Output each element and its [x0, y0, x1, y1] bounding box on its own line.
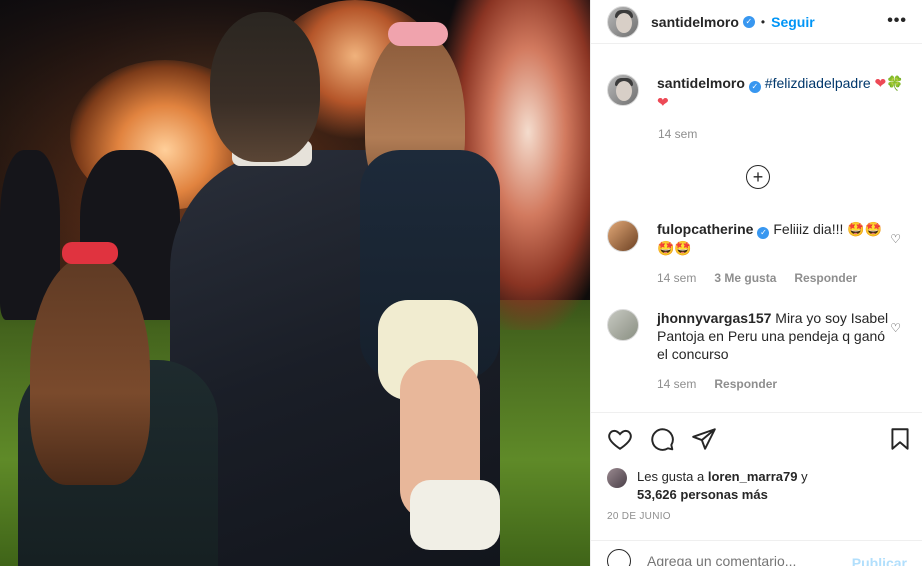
comment-bubble-icon[interactable] [649, 426, 675, 452]
hashtag-link[interactable]: #felizdiadelpadre [765, 75, 871, 91]
comment-meta: 14 sem Responder [657, 377, 897, 391]
likes-text: Les gusta a loren_marra79 y 53,626 perso… [637, 468, 808, 504]
likes-count[interactable]: 53,626 personas más [637, 487, 768, 502]
photo-pink-bow [388, 22, 448, 46]
publish-button[interactable]: Publicar [852, 555, 907, 566]
likes-prefix: Les gusta a [637, 469, 708, 484]
instagram-post: santidelmoro ✓ • Seguir ••• santidelmoro… [0, 0, 922, 566]
more-options-icon[interactable]: ••• [887, 12, 907, 30]
avatar[interactable] [607, 220, 639, 252]
liker-avatar[interactable] [607, 468, 627, 488]
comment-meta: 14 sem 3 Me gusta Responder [657, 271, 897, 285]
reply-button[interactable]: Responder [794, 271, 857, 285]
photo-red-bow [62, 242, 118, 264]
bookmark-icon[interactable] [887, 426, 913, 452]
photo-girl-shoe [410, 480, 500, 550]
clover-emoji: 🍀 [886, 75, 904, 91]
likes-summary: Les gusta a loren_marra79 y 53,626 perso… [607, 468, 907, 504]
action-bar [591, 412, 922, 464]
verified-badge-icon: ✓ [748, 81, 761, 93]
caption: santidelmoro ✓ #felizdiadelpadre ❤🍀 ❤ [607, 74, 907, 111]
follow-button[interactable]: Seguir [771, 14, 815, 30]
avatar[interactable] [607, 74, 639, 106]
emoji-picker-icon[interactable] [607, 548, 631, 566]
post-photo[interactable] [0, 0, 590, 566]
header-separator: • [760, 14, 766, 29]
liker-username[interactable]: loren_marra79 [708, 469, 798, 484]
comment: jhonnyvargas157 Mira yo soy Isabel Panto… [607, 309, 907, 391]
verified-badge-icon: ✓ [757, 227, 770, 239]
caption-username[interactable]: santidelmoro [657, 75, 745, 91]
share-send-icon[interactable] [691, 426, 717, 452]
post-date[interactable]: 20 DE JUNIO [607, 511, 671, 522]
comment-like-heart-icon[interactable]: ♡ [890, 232, 901, 246]
comment-text: fulopcatherine ✓ Feliiiz dia!!! 🤩🤩 🤩🤩 [657, 220, 897, 257]
comment: fulopcatherine ✓ Feliiiz dia!!! 🤩🤩 🤩🤩 14 … [607, 220, 907, 285]
caption-time: 14 sem [658, 127, 698, 141]
photo-man-head [210, 12, 320, 162]
likes-middle: y [797, 469, 808, 484]
reply-button[interactable]: Responder [714, 377, 777, 391]
heart-emoji: ❤ [874, 75, 887, 91]
comment-username[interactable]: fulopcatherine [657, 221, 753, 237]
comment-text: jhonnyvargas157 Mira yo soy Isabel Panto… [657, 309, 897, 363]
post-sidebar: santidelmoro ✓ • Seguir ••• santidelmoro… [590, 0, 922, 566]
header-username[interactable]: santidelmoro [651, 14, 739, 30]
comment-username[interactable]: jhonnyvargas157 [657, 310, 771, 326]
comment-time: 14 sem [657, 271, 697, 285]
comment-likes-count[interactable]: 3 Me gusta [714, 271, 776, 285]
add-comment-bar: Publicar [591, 540, 922, 566]
verified-badge-icon: ✓ [742, 15, 755, 28]
comment-like-heart-icon[interactable]: ♡ [890, 321, 901, 335]
avatar[interactable] [607, 5, 639, 38]
avatar[interactable] [607, 309, 639, 341]
photo-small-child-hair [30, 255, 150, 485]
comment-input[interactable] [647, 552, 847, 566]
like-heart-icon[interactable] [607, 426, 633, 452]
heart-emoji: ❤ [657, 94, 669, 110]
comment-time: 14 sem [657, 377, 697, 391]
caption-text: santidelmoro ✓ #felizdiadelpadre ❤🍀 ❤ [657, 74, 904, 111]
post-header: santidelmoro ✓ • Seguir ••• [591, 0, 922, 44]
load-more-comments-button[interactable]: + [746, 165, 770, 189]
